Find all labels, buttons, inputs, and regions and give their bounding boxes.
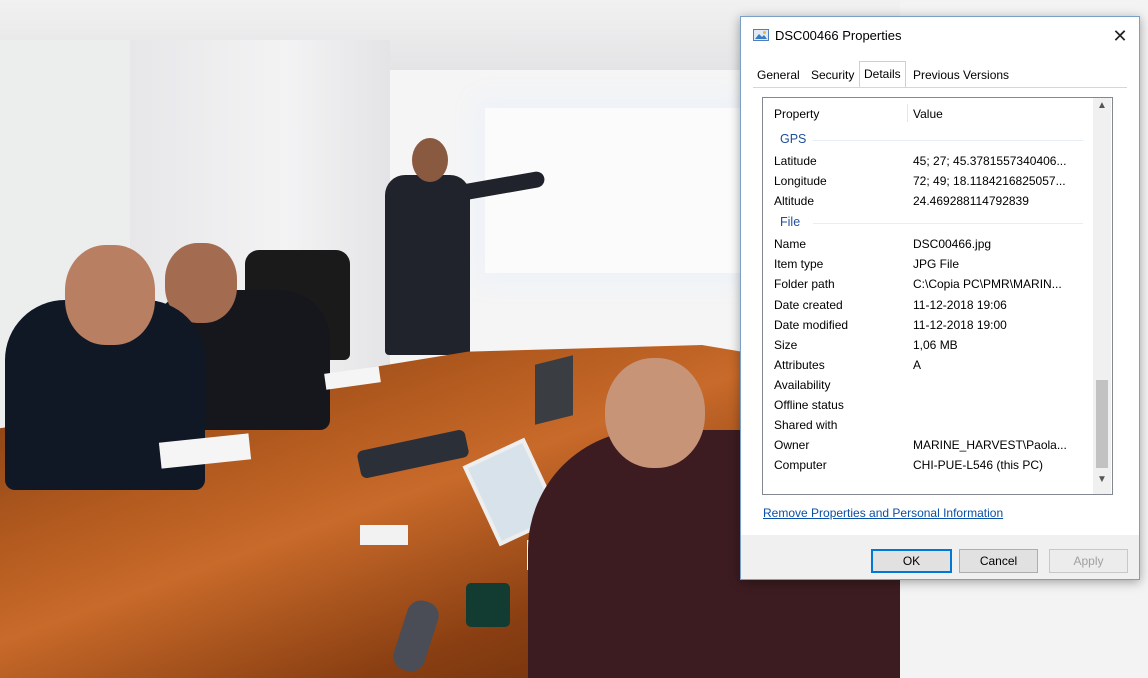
attendee-1-head <box>65 245 155 345</box>
tab-divider <box>753 87 1127 88</box>
property-name: Availability <box>774 377 831 392</box>
property-name: Date modified <box>774 317 849 332</box>
title-bar: DSC00466 Properties ✕ <box>741 17 1139 55</box>
details-list[interactable]: Property Value GPS Latitude 45; 27; 45.37… <box>762 97 1113 495</box>
property-value: JPG File <box>913 257 960 272</box>
table-row[interactable]: Offline status <box>763 395 1093 415</box>
section-file: File <box>763 211 1093 234</box>
dialog-footer: OK Cancel Apply <box>741 535 1139 579</box>
scroll-thumb[interactable] <box>1096 380 1108 468</box>
property-name: Folder path <box>774 277 835 292</box>
presenter-head <box>412 138 448 182</box>
property-value: MARINE_HARVEST\Paola... <box>913 438 1067 453</box>
remove-properties-link[interactable]: Remove Properties and Personal Informati… <box>763 506 1003 520</box>
property-value: DSC00466.jpg <box>913 237 992 252</box>
property-value: A <box>913 357 922 372</box>
scroll-up-icon[interactable]: ▲ <box>1093 100 1111 116</box>
table-row[interactable]: Availability <box>763 375 1093 395</box>
scroll-down-icon[interactable]: ▼ <box>1093 474 1111 490</box>
property-value: 1,06 MB <box>913 337 958 352</box>
properties-dialog: DSC00466 Properties ✕ General Security D… <box>740 16 1140 580</box>
column-header-value[interactable]: Value <box>913 107 943 121</box>
table-row[interactable]: Computer CHI-PUE-L546 (this PC) <box>763 455 1093 475</box>
table-row[interactable]: Longitude 72; 49; 18.1184216825057... <box>763 171 1093 191</box>
table-row[interactable]: Altitude 24.469288114792839 <box>763 191 1093 211</box>
property-name: Longitude <box>774 174 827 189</box>
property-name: Item type <box>774 257 824 272</box>
table-row[interactable]: Size 1,06 MB <box>763 335 1093 355</box>
table-row[interactable]: Name DSC00466.jpg <box>763 234 1093 254</box>
property-value: 45; 27; 45.3781557340406... <box>913 154 1067 168</box>
property-name: Altitude <box>774 194 815 209</box>
presenter <box>385 175 470 355</box>
table-row[interactable]: Shared with <box>763 415 1093 435</box>
table-row[interactable]: Date modified 11-12-2018 19:00 <box>763 315 1093 335</box>
property-value: 11-12-2018 19:00 <box>913 317 1007 332</box>
property-name: Computer <box>774 458 827 473</box>
vertical-scrollbar[interactable]: ▲ ▼ <box>1093 98 1111 494</box>
column-header-property[interactable]: Property <box>774 107 819 121</box>
property-name: Owner <box>774 438 810 453</box>
coaster <box>360 525 408 545</box>
table-row[interactable]: Owner MARINE_HARVEST\Paola... <box>763 435 1093 455</box>
tab-general[interactable]: General <box>753 63 804 87</box>
list-header: Property Value <box>763 98 1093 128</box>
apply-button[interactable]: Apply <box>1049 549 1128 573</box>
table-row[interactable]: Attributes A <box>763 355 1093 375</box>
property-name: Name <box>774 237 807 252</box>
section-title: File <box>780 215 801 230</box>
image-file-icon <box>753 29 769 41</box>
tab-details[interactable]: Details <box>859 61 906 88</box>
table-row[interactable]: Item type JPG File <box>763 254 1093 274</box>
property-name: Date created <box>774 297 843 312</box>
property-value: CHI-PUE-L546 (this PC) <box>913 458 1044 473</box>
close-icon[interactable]: ✕ <box>1107 23 1133 49</box>
laptop <box>535 355 573 425</box>
property-value: C:\Copia PC\PMR\MARIN... <box>913 277 1062 292</box>
property-name: Attributes <box>774 357 825 372</box>
section-rule <box>813 140 1083 141</box>
column-separator[interactable] <box>907 104 908 122</box>
attendee-3-head <box>605 358 705 468</box>
ok-button[interactable]: OK <box>871 549 952 573</box>
property-name: Latitude <box>774 154 817 168</box>
table-row[interactable]: Folder path C:\Copia PC\PMR\MARIN... <box>763 274 1093 294</box>
tab-security[interactable]: Security <box>807 63 858 87</box>
section-gps: GPS <box>763 128 1093 151</box>
mobile-phone <box>466 583 510 627</box>
table-row[interactable]: Latitude 45; 27; 45.3781557340406... <box>763 151 1093 171</box>
section-rule <box>813 223 1083 225</box>
tab-previous-versions[interactable]: Previous Versions <box>909 63 1013 87</box>
cancel-button[interactable]: Cancel <box>959 549 1038 573</box>
section-title: GPS <box>780 132 807 146</box>
projection-screen <box>485 108 740 273</box>
table-row[interactable]: Date created 11-12-2018 19:06 <box>763 295 1093 315</box>
property-value: 72; 49; 18.1184216825057... <box>913 174 1066 189</box>
property-name: Offline status <box>774 398 844 413</box>
property-name: Shared with <box>774 418 838 433</box>
property-value: 11-12-2018 19:06 <box>913 297 1007 312</box>
property-rows: GPS Latitude 45; 27; 45.3781557340406... … <box>763 128 1093 475</box>
property-value: 24.469288114792839 <box>913 194 1029 209</box>
dialog-title: DSC00466 Properties <box>775 28 902 43</box>
property-name: Size <box>774 337 798 352</box>
